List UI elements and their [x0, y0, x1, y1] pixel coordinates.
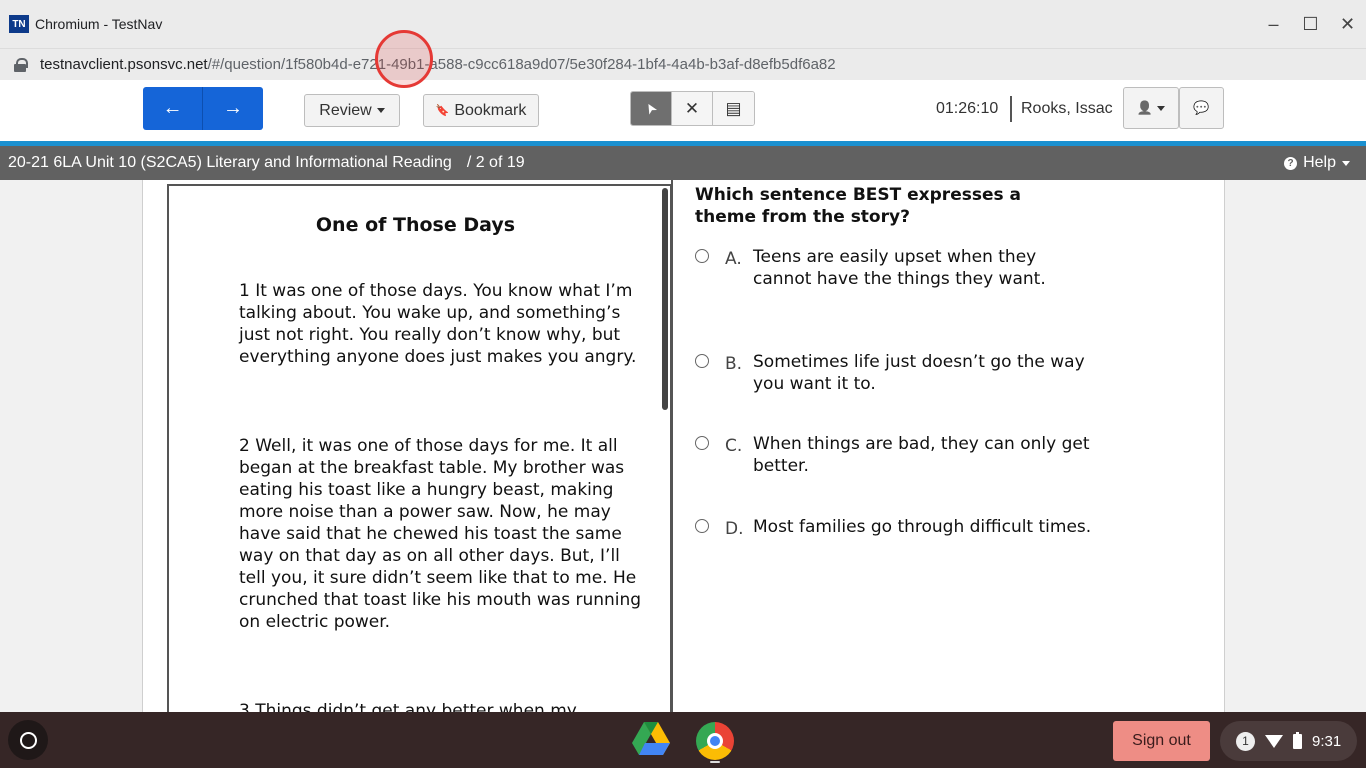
chat-button[interactable]: 💬 — [1179, 87, 1224, 129]
panel-divider — [671, 180, 673, 712]
pointer-tool-button[interactable]: ➤ — [631, 92, 672, 125]
url-host: testnavclient.psonsvc.net — [40, 56, 208, 73]
choice-text: Most families go through difficult times… — [753, 517, 1092, 537]
address-bar[interactable]: testnavclient.psonsvc.net/#/question/1f5… — [0, 48, 1366, 80]
test-timer: 01:26:10 — [936, 100, 999, 117]
notification-count-badge: 1 — [1236, 731, 1255, 751]
chromium-icon[interactable] — [696, 722, 734, 760]
arrow-right-icon: → — [223, 97, 243, 119]
user-menu-button[interactable]: 👤 — [1123, 87, 1179, 129]
review-button[interactable]: Review — [304, 94, 400, 127]
bookmark-icon: 🔖 — [435, 105, 450, 117]
google-drive-icon[interactable] — [632, 722, 670, 756]
pointer-icon: ➤ — [640, 99, 661, 118]
help-menu[interactable]: ? Help — [1284, 146, 1350, 180]
choice-letter: B. — [725, 354, 743, 374]
close-icon[interactable]: ✕ — [1329, 0, 1366, 48]
radio-button[interactable] — [695, 249, 709, 263]
chat-icon: 💬 — [1193, 100, 1210, 115]
launcher-circle-icon — [19, 731, 37, 749]
eliminator-icon: ✕ — [684, 98, 700, 118]
passage-paragraph: 2 Well, it was one of those days for me.… — [239, 436, 642, 632]
choice-text: When things are bad, they can only get b… — [753, 434, 1090, 476]
student-name: Rooks, Issac — [1021, 100, 1113, 117]
answer-choice-a[interactable]: A. Teens are easily upset when they cann… — [695, 246, 1115, 290]
choice-letter: D. — [725, 519, 744, 539]
radio-button[interactable] — [695, 436, 709, 450]
choice-text: Teens are easily upset when they cannot … — [753, 247, 1046, 289]
answer-choice-c[interactable]: C. When things are bad, they can only ge… — [695, 433, 1115, 477]
battery-icon — [1293, 731, 1302, 749]
test-name: 20-21 6LA Unit 10 (S2CA5) Literary and I… — [8, 154, 452, 171]
help-icon: ? — [1284, 156, 1298, 170]
lock-icon — [14, 57, 28, 72]
notepad-icon: ▤ — [725, 98, 742, 118]
minimize-icon[interactable]: – — [1255, 0, 1292, 48]
caret-down-icon — [1342, 160, 1350, 166]
passage-scrollbar[interactable] — [662, 188, 668, 410]
toolbar-divider — [1010, 96, 1012, 122]
review-label: Review — [319, 101, 372, 119]
answer-eliminator-button[interactable]: ✕ — [672, 92, 713, 125]
back-button[interactable]: ← — [143, 87, 203, 130]
radio-button[interactable] — [695, 354, 709, 368]
wifi-icon — [1265, 734, 1283, 748]
test-info-bar: 20-21 6LA Unit 10 (S2CA5) Literary and I… — [0, 146, 1366, 180]
question-content: One of Those Days 1 It was one of those … — [142, 180, 1225, 714]
notepad-button[interactable]: ▤ — [713, 92, 754, 125]
window-title-bar: TN Chromium - TestNav – ☐ ✕ — [0, 0, 1366, 48]
help-label: Help — [1303, 154, 1336, 171]
answer-choice-b[interactable]: B. Sometimes life just doesn’t go the wa… — [695, 351, 1115, 395]
cursor-highlight — [375, 30, 433, 88]
testnav-toolbar: ← → Review 🔖 Bookmark ➤ ✕ ▤ 01:26:10 Roo… — [0, 80, 1366, 141]
bookmark-label: Bookmark — [454, 101, 527, 119]
caret-down-icon — [1157, 105, 1166, 111]
url-text[interactable]: testnavclient.psonsvc.net/#/question/1f5… — [40, 56, 836, 73]
url-path: /#/question/1f580b4d-e721-49b1-a588-c9cc… — [207, 56, 836, 73]
passage-paragraph: 1 It was one of those days. You know wha… — [239, 281, 637, 367]
choice-text: Sometimes life just doesn’t go the way y… — [753, 352, 1085, 394]
passage-title: One of Those Days — [315, 214, 516, 236]
testnav-app-icon: TN — [9, 15, 29, 33]
maximize-icon[interactable]: ☐ — [1292, 0, 1329, 48]
clock: 9:31 — [1312, 732, 1342, 750]
question-progress: / 2 of 19 — [466, 154, 525, 171]
user-icon: 👤 — [1136, 100, 1154, 115]
window-title: Chromium - TestNav — [35, 16, 163, 32]
sign-out-button[interactable]: Sign out — [1113, 721, 1210, 761]
status-tray[interactable]: 1 9:31 — [1220, 721, 1357, 761]
choice-letter: C. — [725, 436, 743, 456]
choice-letter: A. — [725, 249, 742, 269]
launcher-button[interactable] — [8, 720, 48, 760]
os-shelf: Sign out 1 9:31 — [0, 712, 1366, 768]
radio-button[interactable] — [695, 519, 709, 533]
arrow-left-icon: ← — [162, 97, 183, 119]
question-stem: Which sentence BEST expresses a theme fr… — [695, 185, 1021, 227]
tool-group: ➤ ✕ ▤ — [630, 91, 755, 126]
bookmark-button[interactable]: 🔖 Bookmark — [423, 94, 539, 127]
running-indicator — [710, 761, 720, 763]
caret-down-icon — [376, 108, 385, 113]
next-button[interactable]: → — [203, 87, 263, 130]
answer-choice-d[interactable]: D. Most families go through difficult ti… — [695, 516, 1115, 540]
passage-panel[interactable]: One of Those Days 1 It was one of those … — [167, 184, 672, 714]
